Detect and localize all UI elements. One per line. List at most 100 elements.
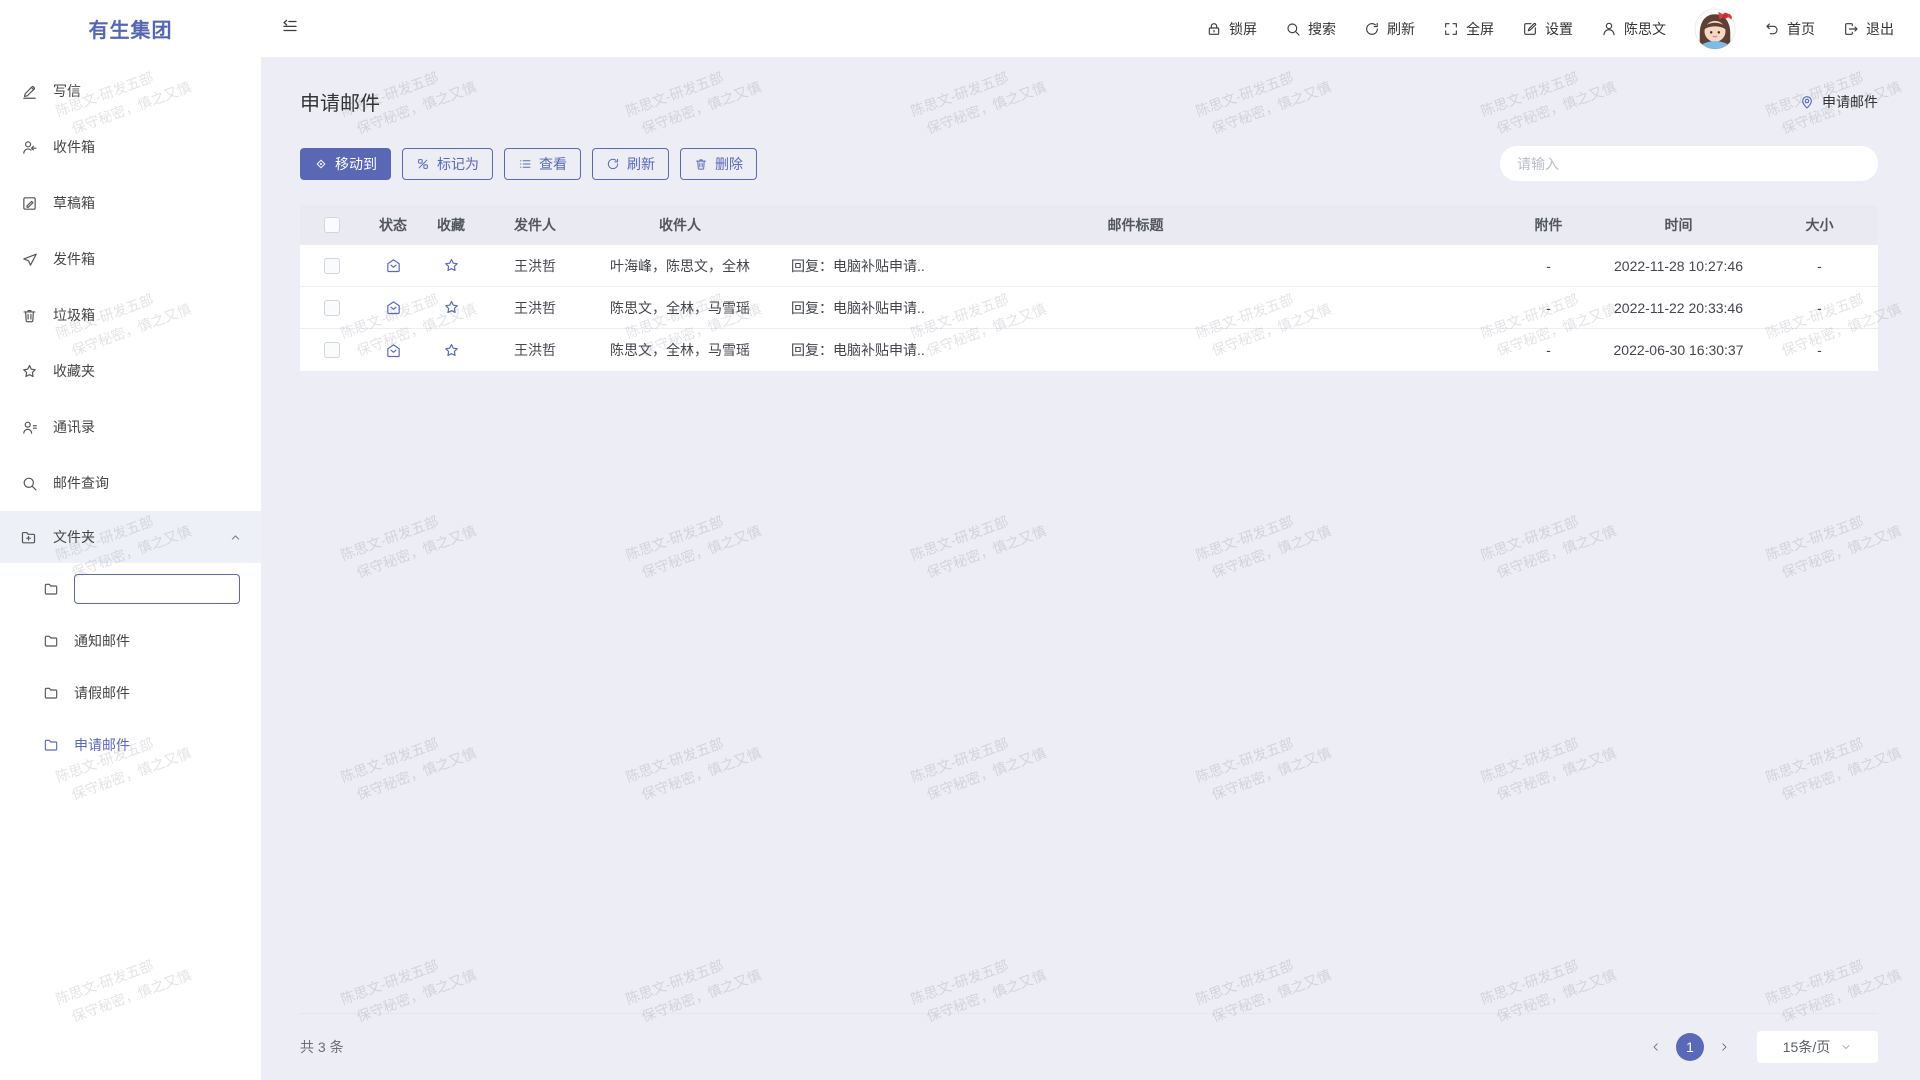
topbar-settings-button[interactable]: 设置 xyxy=(1522,19,1573,39)
button-label: 查看 xyxy=(539,154,567,174)
page-size-select[interactable]: 15条/页 xyxy=(1757,1031,1878,1063)
chevron-up-icon[interactable] xyxy=(229,531,242,544)
sidebar-collapse-button[interactable] xyxy=(281,17,299,40)
row-checkbox[interactable] xyxy=(324,300,340,316)
select-all-checkbox[interactable] xyxy=(324,217,340,233)
folder-item-notice-mail[interactable]: 通知邮件 xyxy=(0,615,261,667)
sidebar-item-folders[interactable]: 文件夹 xyxy=(0,511,261,563)
star-icon xyxy=(21,363,38,380)
refresh-list-button[interactable]: 刷新 xyxy=(592,148,669,180)
lock-icon xyxy=(1206,21,1222,37)
contacts-icon xyxy=(21,419,38,436)
mark-as-button[interactable]: 标记为 xyxy=(402,148,493,180)
folder-item-apply-mail[interactable]: 申请邮件 xyxy=(0,719,261,771)
new-folder-row xyxy=(0,563,261,615)
sidebar-item-trash[interactable]: 垃圾箱 xyxy=(0,287,261,343)
row-checkbox[interactable] xyxy=(324,258,340,274)
folder-icon xyxy=(43,737,59,753)
user-avatar[interactable] xyxy=(1694,8,1736,50)
topbar-home-button[interactable]: 首页 xyxy=(1764,19,1815,39)
topbar-fullscreen-button[interactable]: 全屏 xyxy=(1443,19,1494,39)
sidebar-item-compose[interactable]: 写信 xyxy=(0,63,261,119)
fullscreen-icon xyxy=(1443,21,1459,37)
column-header: 邮件标题 xyxy=(770,215,1501,235)
table-row[interactable]: 王洪哲叶海峰，陈思文，全林回复：电脑补贴申请..-2022-11-28 10:2… xyxy=(300,245,1878,287)
chevron-left-icon xyxy=(1650,1041,1662,1053)
table-row[interactable]: 王洪哲陈思文，全林，马雪瑶回复：电脑补贴申请..-2022-11-22 20:3… xyxy=(300,287,1878,329)
topbar-search-label: 搜索 xyxy=(1308,19,1336,39)
folder-list: 通知邮件请假邮件申请邮件 xyxy=(0,563,261,771)
pagination: 1 15条/页 xyxy=(1643,1031,1878,1063)
view-button[interactable]: 查看 xyxy=(504,148,581,180)
list-footer: 共 3 条 1 15条/页 xyxy=(300,1013,1878,1080)
page-number[interactable]: 1 xyxy=(1676,1033,1704,1061)
new-folder-input[interactable] xyxy=(74,574,240,604)
column-header: 收件人 xyxy=(590,215,770,235)
sidebar-item-label: 邮件查询 xyxy=(53,473,109,493)
sidebar-item-favorites[interactable]: 收藏夹 xyxy=(0,343,261,399)
favorite-cell xyxy=(422,257,480,274)
draft-icon xyxy=(21,195,38,212)
folder-icon xyxy=(43,685,59,701)
topbar-logout-button[interactable]: 退出 xyxy=(1843,19,1894,39)
recipients-cell: 叶海峰，陈思文，全林 xyxy=(590,256,770,276)
favorite-cell xyxy=(422,342,480,359)
column-header: 发件人 xyxy=(480,215,590,235)
toolbar-buttons: 移动到标记为 查看 刷新 删除 xyxy=(300,148,768,180)
folder-plus-icon xyxy=(20,529,37,546)
move-to-button[interactable]: 移动到 xyxy=(300,148,391,180)
favorite-star-icon[interactable] xyxy=(443,299,460,316)
topbar-lock-screen-button[interactable]: 锁屏 xyxy=(1206,19,1257,39)
folder-item-leave-mail[interactable]: 请假邮件 xyxy=(0,667,261,719)
sidebar-item-contacts[interactable]: 通讯录 xyxy=(0,399,261,455)
chevron-down-icon xyxy=(1840,1041,1852,1053)
favorite-star-icon[interactable] xyxy=(443,257,460,274)
topbar-current-user-button[interactable]: 陈思文 xyxy=(1601,19,1666,39)
sidebar-item-mail-search[interactable]: 邮件查询 xyxy=(0,455,261,511)
trash-icon xyxy=(21,307,38,324)
size-cell: - xyxy=(1761,258,1878,274)
sidebar-item-inbox[interactable]: 收件箱 xyxy=(0,119,261,175)
topbar: 有生集团 锁屏搜索刷新全屏设置陈思文 首页退出 xyxy=(0,0,1920,57)
subject-cell: 回复：电脑补贴申请.. xyxy=(770,298,1501,318)
favorite-cell xyxy=(422,299,480,316)
folder-item-label: 申请邮件 xyxy=(74,735,130,755)
breadcrumb-label: 申请邮件 xyxy=(1822,92,1878,112)
search-icon xyxy=(1285,21,1301,37)
prev-page-button[interactable] xyxy=(1643,1034,1669,1060)
row-checkbox[interactable] xyxy=(324,342,340,358)
list-icon xyxy=(518,157,532,171)
next-page-button[interactable] xyxy=(1711,1034,1737,1060)
toolbar: 移动到标记为 查看 刷新 删除 xyxy=(300,146,1878,181)
breadcrumb: 申请邮件 xyxy=(1799,92,1878,112)
chevron-right-icon xyxy=(1718,1041,1730,1053)
mail-search-input[interactable] xyxy=(1500,146,1878,181)
mail-open-icon xyxy=(385,257,402,274)
sidebar-item-drafts[interactable]: 草稿箱 xyxy=(0,175,261,231)
sidebar-item-label: 收件箱 xyxy=(53,137,95,157)
button-label: 删除 xyxy=(715,154,743,174)
pencil-icon xyxy=(21,83,38,100)
topbar-action-group-right: 首页 退出 xyxy=(1764,19,1894,39)
sidebar-item-sent[interactable]: 发件箱 xyxy=(0,231,261,287)
sender-cell: 王洪哲 xyxy=(480,340,590,360)
folder-icon xyxy=(43,633,59,649)
subject-cell: 回复：电脑补贴申请.. xyxy=(770,256,1501,276)
status-cell xyxy=(364,342,422,359)
size-cell: - xyxy=(1761,342,1878,358)
sender-cell: 王洪哲 xyxy=(480,256,590,276)
favorite-star-icon[interactable] xyxy=(443,342,460,359)
topbar-actions: 锁屏 搜索 刷新 全屏 设置 陈思文 首页 退出 xyxy=(1206,8,1920,50)
row-checkbox-cell xyxy=(300,342,364,358)
sidebar-item-label: 发件箱 xyxy=(53,249,95,269)
user-icon xyxy=(1601,21,1617,37)
table-row[interactable]: 王洪哲陈思文，全林，马雪瑶回复：电脑补贴申请..-2022-06-30 16:3… xyxy=(300,329,1878,371)
location-pin-icon xyxy=(1799,94,1815,110)
sender-cell: 王洪哲 xyxy=(480,298,590,318)
total-count: 共 3 条 xyxy=(300,1037,344,1057)
topbar-search-button[interactable]: 搜索 xyxy=(1285,19,1336,39)
button-label: 刷新 xyxy=(627,154,655,174)
menu-fold-icon xyxy=(281,17,299,35)
delete-button[interactable]: 删除 xyxy=(680,148,757,180)
topbar-refresh-button[interactable]: 刷新 xyxy=(1364,19,1415,39)
